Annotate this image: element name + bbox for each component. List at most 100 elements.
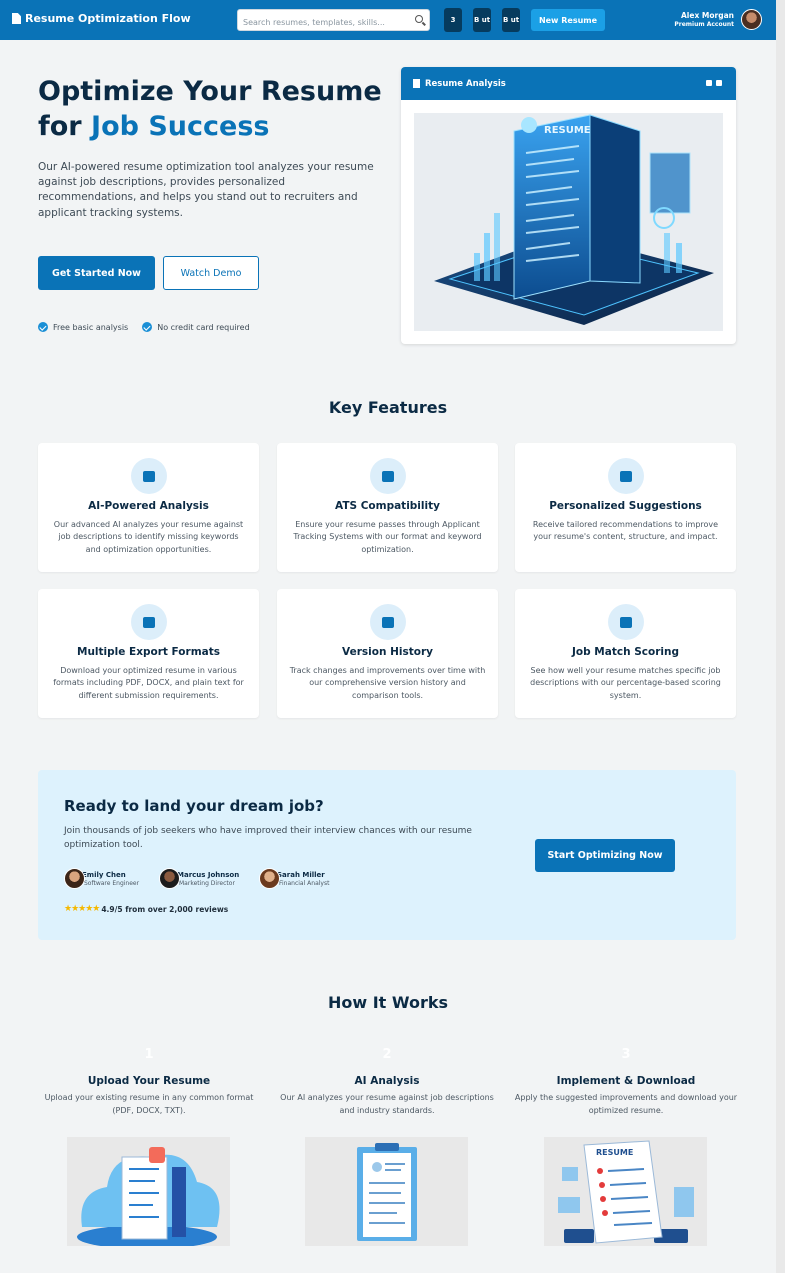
step: 3 Implement & Download Apply the suggest… <box>511 1047 741 1117</box>
cta-banner: Ready to land your dream job? Join thous… <box>38 770 736 940</box>
step-desc: Our AI analyzes your resume against job … <box>280 1093 494 1115</box>
star-rating-icon: ★★★★★ <box>64 904 100 914</box>
history-icon <box>370 604 406 640</box>
step: 1 Upload Your Resume Upload your existin… <box>34 1047 264 1117</box>
search-icon[interactable] <box>415 15 423 23</box>
resume-analysis-illustration: RESUME <box>414 113 723 331</box>
rating: ★★★★★ 4.9/5 from over 2,000 reviews <box>64 904 228 914</box>
upload-illustration <box>67 1137 230 1246</box>
check-label: Free basic analysis <box>53 322 129 332</box>
illustration-label: RESUME <box>596 1148 633 1157</box>
hero-title-accent: Job Success <box>91 111 270 142</box>
user-role: Premium Account <box>674 21 734 28</box>
step-number: 2 <box>382 1047 392 1062</box>
step-number: 3 <box>621 1047 631 1062</box>
user-name: Alex Morgan <box>681 11 734 20</box>
feature-card[interactable]: ATS Compatibility Ensure your resume pas… <box>277 443 498 572</box>
share-icon[interactable] <box>716 80 722 86</box>
feature-desc: Ensure your resume passes through Applic… <box>293 520 482 554</box>
start-optimizing-button[interactable]: Start Optimizing Now <box>535 839 675 872</box>
feature-title: Personalized Suggestions <box>549 500 702 512</box>
feature-desc: Receive tailored recommendations to impr… <box>532 520 719 542</box>
hero-checks: Free basic analysis No credit card requi… <box>38 322 264 332</box>
step-title: AI Analysis <box>354 1075 420 1087</box>
analysis-illustration <box>305 1137 468 1246</box>
briefcase-icon <box>608 604 644 640</box>
user-avatar[interactable] <box>741 9 762 30</box>
hero-title: Optimize Your Resume for Job Success <box>38 74 382 144</box>
testimonial-role: Financial Analyst <box>279 879 330 887</box>
avatar <box>259 868 280 889</box>
document-icon <box>12 13 21 24</box>
new-resume-button[interactable]: New Resume <box>531 9 605 31</box>
clipboard-image <box>357 1143 417 1241</box>
upload-cloud-image <box>77 1147 220 1246</box>
illustration-label: RESUME <box>544 125 591 136</box>
analysis-card-title: Resume Analysis <box>425 78 506 89</box>
features-title: Key Features <box>328 398 448 417</box>
testimonial-name: Marcus Johnson <box>177 870 240 879</box>
testimonial: Emily Chen Software Engineer <box>64 868 139 889</box>
check-item: Free basic analysis <box>38 322 128 332</box>
watch-demo-button[interactable]: Watch Demo <box>163 256 259 290</box>
analysis-card-header: Resume Analysis <box>401 67 736 100</box>
feature-card[interactable]: Multiple Export Formats Download your op… <box>38 589 259 718</box>
header-button-1[interactable]: B ut <box>473 8 491 32</box>
notification-badge[interactable]: 3 <box>444 8 462 32</box>
feature-title: ATS Compatibility <box>335 500 440 512</box>
search-box[interactable] <box>237 9 430 33</box>
user-info[interactable]: Alex Morgan Premium Account <box>674 11 734 28</box>
check-circle-icon <box>142 322 153 332</box>
save-icon[interactable] <box>706 80 712 86</box>
hero-title-line1: Optimize Your Resume <box>38 76 382 107</box>
cta-text: Join thousands of job seekers who have i… <box>64 826 472 850</box>
resume-checklist-image: RESUME <box>558 1140 694 1244</box>
search-input[interactable] <box>238 12 408 33</box>
step-desc: Apply the suggested improvements and dow… <box>514 1093 738 1115</box>
brand[interactable]: Resume Optimization Flow <box>12 12 191 25</box>
feature-card[interactable]: Personalized Suggestions Receive tailore… <box>515 443 736 572</box>
testimonial: Sarah Miller Financial Analyst <box>259 868 329 889</box>
feature-title: Version History <box>342 646 433 658</box>
testimonial-name: Emily Chen <box>82 870 126 879</box>
feature-desc: See how well your resume matches specifi… <box>530 666 721 700</box>
hero-description: Our AI-powered resume optimization tool … <box>38 161 374 219</box>
chart-line-icon <box>370 458 406 494</box>
feature-desc: Our advanced AI analyzes your resume aga… <box>53 520 244 554</box>
scrollbar[interactable] <box>776 0 785 1273</box>
testimonial-role: Software Engineer <box>84 879 140 887</box>
feature-card[interactable]: Job Match Scoring See how well your resu… <box>515 589 736 718</box>
feature-card[interactable]: AI-Powered Analysis Our advanced AI anal… <box>38 443 259 572</box>
brand-name: Resume Optimization Flow <box>25 12 191 25</box>
top-navbar: Resume Optimization Flow 3 B ut B ut New… <box>0 0 776 40</box>
resume-analysis-card: Resume Analysis RESUME <box>401 67 736 344</box>
step: 2 AI Analysis Our AI analyzes your resum… <box>272 1047 502 1117</box>
step-title: Upload Your Resume <box>87 1075 211 1087</box>
feature-desc: Download your optimized resume in variou… <box>53 666 244 700</box>
get-started-button[interactable]: Get Started Now <box>38 256 155 290</box>
feature-desc: Track changes and improvements over time… <box>289 666 486 700</box>
testimonial: Marcus Johnson Marketing Director <box>159 868 239 889</box>
check-label: No credit card required <box>157 322 250 332</box>
robot-icon <box>131 458 167 494</box>
check-item: No credit card required <box>142 322 250 332</box>
step-desc: Upload your existing resume in any commo… <box>44 1093 254 1115</box>
avatar <box>159 868 180 889</box>
feature-title: Multiple Export Formats <box>77 646 220 658</box>
profile-icon <box>521 117 537 133</box>
how-title: How It Works <box>327 993 449 1012</box>
document-icon <box>413 79 420 88</box>
step-number: 1 <box>144 1047 154 1062</box>
rating-text: 4.9/5 from over 2,000 reviews <box>101 904 229 914</box>
step-title: Implement & Download <box>556 1075 696 1087</box>
feature-title: Job Match Scoring <box>572 646 679 658</box>
download-illustration: RESUME <box>544 1137 707 1246</box>
resume-illustration: RESUME <box>434 114 714 325</box>
file-export-icon <box>131 604 167 640</box>
hero-title-for: for <box>38 111 82 142</box>
card-tools <box>702 80 722 86</box>
check-circle-icon <box>38 322 48 332</box>
header-button-2[interactable]: B ut <box>502 8 520 32</box>
edit-icon <box>608 458 644 494</box>
feature-card[interactable]: Version History Track changes and improv… <box>277 589 498 718</box>
